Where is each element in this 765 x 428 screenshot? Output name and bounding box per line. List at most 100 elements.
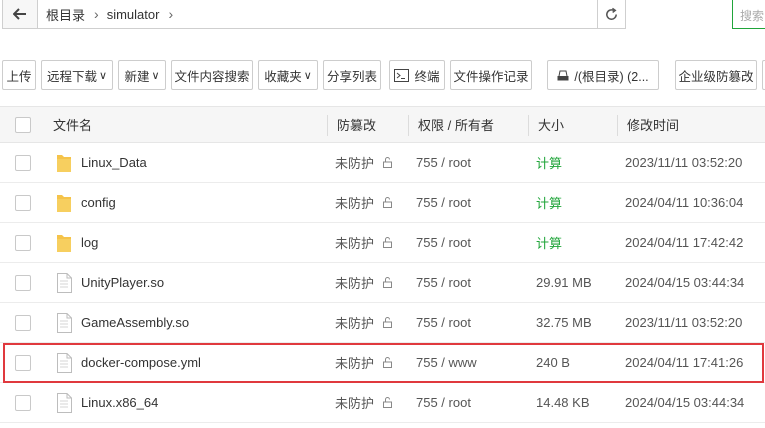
new-button[interactable]: 新建 ∨ [118,60,166,90]
permission-owner[interactable]: 755 / root [416,183,471,222]
refresh-button[interactable] [597,0,626,29]
terminal-button[interactable]: 终端 [389,60,445,90]
permission-owner[interactable]: 755 / root [416,263,471,302]
header-modified-time[interactable]: 修改时间 [627,107,679,142]
row-checkbox[interactable] [15,194,31,211]
table-row[interactable]: GameAssembly.so 未防护 755 / root 32.75 MB 2023… [0,303,765,343]
table-row[interactable]: Linux.x86_64 未防护 755 / root 14.48 KB 2024/04… [0,383,765,423]
toolbar: 上传 远程下载 ∨ 新建 ∨ 文件内容搜索 收藏夹 ∨ 分享列表 终端 文件操作记录 … [0,60,765,90]
table-row[interactable]: docker-compose.yml 未防护 755 / www 240 B 2024/… [0,343,765,383]
unlock-icon[interactable] [383,157,395,168]
file-size[interactable]: 计算 [536,183,562,222]
search-input[interactable]: 搜索 [732,0,765,29]
file-icon [57,392,72,413]
column-divider[interactable] [528,115,529,136]
modified-time: 2023/11/11 03:52:20 [625,155,743,170]
row-checkbox[interactable] [15,274,31,291]
new-label: 新建 [124,69,150,84]
remote-download-label: 远程下载 [46,69,97,84]
file-name[interactable]: UnityPlayer.so [81,263,164,302]
row-checkbox[interactable] [15,354,31,371]
disk-button[interactable]: /(根目录) (2... [547,60,659,90]
remote-download-button[interactable]: 远程下载 ∨ [41,60,113,90]
permission-owner[interactable]: 755 / root [416,383,471,422]
folder-icon [57,154,71,172]
file-size[interactable]: 计算 [536,143,562,182]
row-checkbox[interactable] [15,234,31,251]
modified-time: 2023/11/11 03:52:20 [625,315,743,330]
unlock-icon[interactable] [383,357,395,368]
file-type-icon [56,383,72,422]
disk-label: /(根目录) (2... [574,69,649,84]
row-select-cell [15,263,31,302]
column-divider[interactable] [408,115,409,136]
share-list-button[interactable]: 分享列表 [323,60,381,90]
tamper-status[interactable]: 未防护 [335,343,395,382]
header-name[interactable]: 文件名 [53,107,92,142]
tamper-status[interactable]: 未防护 [335,143,395,182]
row-select-cell [15,343,31,382]
row-select-cell [15,383,31,422]
tamper-status-label: 未防护 [335,276,375,291]
tamper-status[interactable]: 未防护 [335,263,395,302]
column-divider[interactable] [327,115,328,136]
unlock-icon[interactable] [383,317,395,328]
breadcrumb-current[interactable]: simulator [107,7,160,22]
permission-owner[interactable]: 755 / root [416,143,471,182]
row-select-cell [15,183,31,222]
tamper-status-label: 未防护 [335,156,375,171]
favorites-button[interactable]: 收藏夹 ∨ [258,60,318,90]
row-checkbox[interactable] [15,394,31,411]
operation-log-button[interactable]: 文件操作记录 [450,60,532,90]
tamper-status[interactable]: 未防护 [335,303,395,342]
select-all-cell [15,107,31,142]
header-permission[interactable]: 权限 / 所有者 [418,107,494,142]
file-name[interactable]: docker-compose.yml [81,343,201,382]
permission-owner[interactable]: 755 / www [416,343,477,382]
file-name[interactable]: log [81,223,98,262]
permission-owner[interactable]: 755 / root [416,223,471,262]
tamper-protection-button[interactable]: 企业级防篡改 [675,60,757,90]
row-checkbox[interactable] [15,314,31,331]
breadcrumb[interactable]: 根目录 › simulator › [38,0,598,29]
file-name[interactable]: config [81,183,116,222]
header-tamper[interactable]: 防篡改 [337,107,376,142]
content-search-label: 文件内容搜索 [174,69,250,84]
table-row[interactable]: UnityPlayer.so 未防护 755 / root 29.91 MB 2024/… [0,263,765,303]
tamper-status-label: 未防护 [335,196,375,211]
upload-button[interactable]: 上传 [2,60,36,90]
content-search-button[interactable]: 文件内容搜索 [171,60,253,90]
tamper-status[interactable]: 未防护 [335,383,395,422]
table-header: 文件名 防篡改 权限 / 所有者 大小 修改时间 [0,106,765,143]
column-divider[interactable] [617,115,618,136]
tamper-status-label: 未防护 [335,396,375,411]
unlock-icon[interactable] [383,237,395,248]
tamper-status[interactable]: 未防护 [335,183,395,222]
tamper-status-label: 未防护 [335,316,375,331]
header-size[interactable]: 大小 [538,107,564,142]
file-name[interactable]: GameAssembly.so [81,303,189,342]
breadcrumb-root[interactable]: 根目录 [46,5,85,24]
modified-time: 2024/04/15 03:44:34 [625,275,745,290]
table-row[interactable]: log 未防护 755 / root 计算 2024/04/11 17:42:42 [0,223,765,263]
permission-owner[interactable]: 755 / root [416,303,471,342]
file-size[interactable]: 计算 [536,223,562,262]
file-name[interactable]: Linux_Data [81,143,147,182]
row-checkbox[interactable] [15,154,31,171]
select-all-checkbox[interactable] [15,116,31,133]
unlock-icon[interactable] [383,397,395,408]
file-name[interactable]: Linux.x86_64 [81,383,158,422]
operation-log-label: 文件操作记录 [453,69,529,84]
file-type-icon [56,263,72,302]
table-row[interactable]: Linux_Data 未防护 755 / root 计算 2023/11/11 03:5… [0,143,765,183]
table-row[interactable]: config 未防护 755 / root 计算 2024/04/11 10:36:04 [0,183,765,223]
tamper-status[interactable]: 未防护 [335,223,395,262]
unlock-icon[interactable] [383,277,395,288]
tamper-protection-label: 企业级防篡改 [678,69,754,84]
unlock-icon[interactable] [383,197,395,208]
tamper-status-label: 未防护 [335,236,375,251]
chevron-down-icon: ∨ [98,69,108,82]
back-button[interactable] [2,0,38,29]
row-select-cell [15,223,31,262]
terminal-icon [394,68,410,82]
